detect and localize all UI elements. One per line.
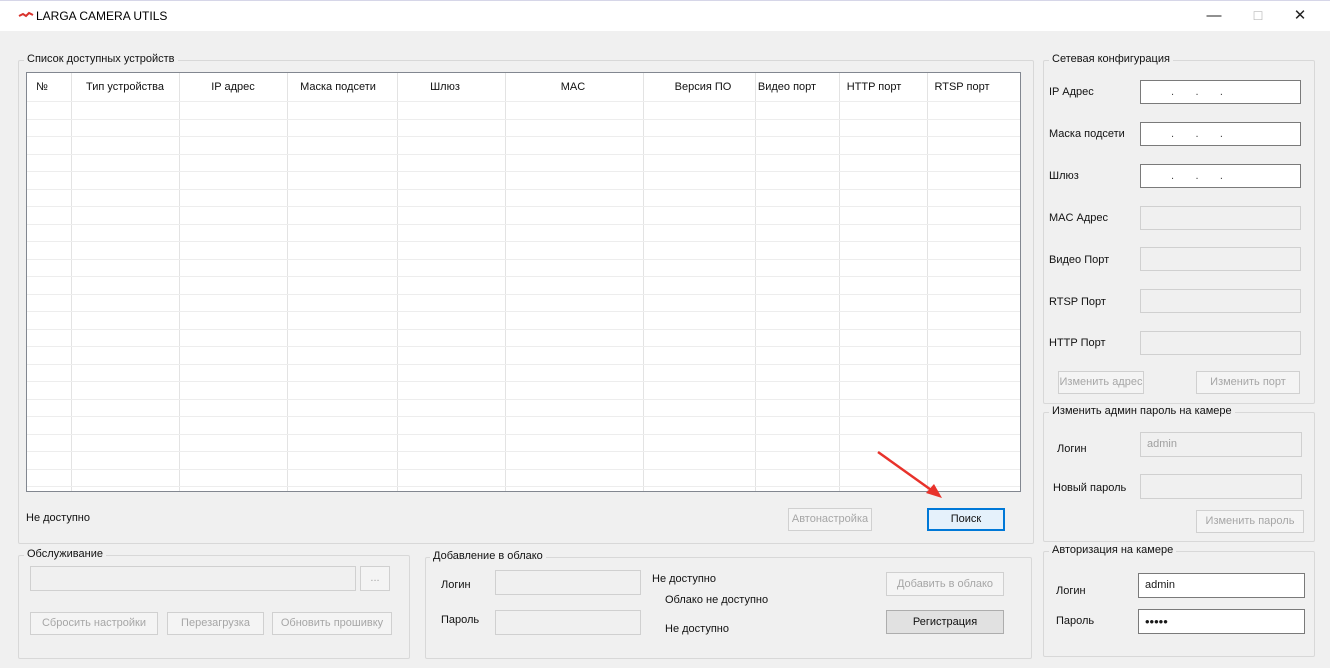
table-row [27, 416, 1020, 417]
table-row [27, 206, 1020, 207]
search-button[interactable]: Поиск [927, 508, 1005, 531]
mac-address-label: MAC Адрес [1049, 212, 1108, 224]
autoconfig-button[interactable]: Автонастройка [788, 508, 872, 531]
admin-login-label: Логин [1057, 443, 1087, 455]
table-row [27, 136, 1020, 137]
column-header[interactable]: Тип устройства [86, 81, 164, 93]
table-row [27, 154, 1020, 155]
column-header[interactable]: MAC [561, 81, 585, 93]
cloud-login-label: Логин [441, 579, 471, 591]
network-legend: Сетевая конфигурация [1049, 53, 1173, 65]
cloud-account-status-text: Не доступно [665, 623, 729, 635]
column-header[interactable]: Маска подсети [300, 81, 376, 93]
gateway-label: Шлюз [1049, 170, 1079, 182]
column-header[interactable]: HTTP порт [847, 81, 902, 93]
register-button[interactable]: Регистрация [886, 610, 1004, 634]
devices-legend: Список доступных устройств [24, 53, 178, 65]
subnet-mask-label: Маска подсети [1049, 128, 1125, 140]
table-row [27, 346, 1020, 347]
camera-login-label: Логин [1056, 585, 1086, 597]
table-row [27, 381, 1020, 382]
change-address-button[interactable]: Изменить адрес [1058, 371, 1144, 394]
reset-settings-button[interactable]: Сбросить настройки [30, 612, 158, 635]
camera-password-input[interactable]: ••••• [1138, 609, 1305, 634]
browse-button[interactable]: ... [360, 566, 390, 591]
add-to-cloud-button[interactable]: Добавить в облако [886, 572, 1004, 596]
table-row [27, 171, 1020, 172]
table-row [27, 434, 1020, 435]
column-header[interactable]: № [36, 81, 48, 93]
table-row [27, 399, 1020, 400]
ip-address-input[interactable]: . . . [1140, 80, 1301, 104]
reboot-button[interactable]: Перезагрузка [167, 612, 264, 635]
maximize-button[interactable]: ☐ [1236, 1, 1280, 31]
subnet-mask-input[interactable]: . . . [1140, 122, 1301, 146]
http-port-label: HTTP Порт [1049, 337, 1106, 349]
new-password-input[interactable] [1140, 474, 1302, 499]
subnet-mask-value: . . . [1171, 128, 1223, 140]
table-row [27, 189, 1020, 190]
column-header[interactable]: Версия ПО [675, 81, 732, 93]
ip-address-value: . . . [1171, 86, 1223, 98]
column-header[interactable]: Видео порт [758, 81, 816, 93]
table-row [27, 259, 1020, 260]
rtsp-port-input[interactable] [1140, 289, 1301, 313]
table-row [27, 224, 1020, 225]
annotation-arrow-icon [877, 450, 942, 498]
cloud-password-input[interactable] [495, 610, 641, 635]
window-title: LARGA CAMERA UTILS [36, 9, 168, 23]
devices-table[interactable]: № Тип устройства IP адрес Маска подсети … [26, 72, 1021, 492]
cloud-password-label: Пароль [441, 614, 480, 626]
cloud-login-input[interactable] [495, 570, 641, 595]
camera-auth-legend: Авторизация на камере [1049, 544, 1177, 556]
table-row [27, 311, 1020, 312]
close-button[interactable]: ✕ [1278, 1, 1322, 31]
cloud-availability-text: Облако не доступно [665, 594, 769, 606]
rtsp-port-label: RTSP Порт [1049, 296, 1106, 308]
video-port-input[interactable] [1140, 247, 1301, 271]
admin-login-input[interactable]: admin [1140, 432, 1302, 457]
camera-auth-group [1043, 551, 1315, 657]
cloud-status-text: Не доступно [652, 573, 716, 585]
table-row [27, 294, 1020, 295]
table-row [27, 119, 1020, 120]
title-bar: LARGA CAMERA UTILS — ☐ ✕ [0, 0, 1330, 31]
admin-password-legend: Изменить админ пароль на камере [1049, 405, 1235, 417]
video-port-label: Видео Порт [1049, 254, 1110, 266]
gateway-input[interactable]: . . . [1140, 164, 1301, 188]
http-port-input[interactable] [1140, 331, 1301, 355]
table-row [27, 101, 1020, 102]
gateway-value: . . . [1171, 170, 1223, 182]
new-password-label: Новый пароль [1053, 482, 1127, 494]
app-logo-icon [18, 11, 34, 18]
mac-address-input[interactable] [1140, 206, 1301, 230]
column-header[interactable]: Шлюз [430, 81, 460, 93]
table-row [27, 241, 1020, 242]
column-header[interactable]: RTSP порт [935, 81, 990, 93]
column-header[interactable]: IP адрес [211, 81, 255, 93]
update-firmware-button[interactable]: Обновить прошивку [272, 612, 392, 635]
table-row [27, 329, 1020, 330]
table-row [27, 276, 1020, 277]
change-password-button[interactable]: Изменить пароль [1196, 510, 1304, 533]
table-row [27, 364, 1020, 365]
camera-password-label: Пароль [1056, 615, 1095, 627]
change-port-button[interactable]: Изменить порт [1196, 371, 1300, 394]
firmware-file-input[interactable] [30, 566, 356, 591]
devices-table-grid [27, 73, 1020, 491]
devices-status-text: Не доступно [26, 512, 90, 524]
minimize-button[interactable]: — [1192, 1, 1236, 31]
service-legend: Обслуживание [24, 548, 106, 560]
ip-address-label: IP Адрес [1049, 86, 1094, 98]
cloud-legend: Добавление в облако [430, 550, 546, 562]
camera-login-input[interactable]: admin [1138, 573, 1305, 598]
